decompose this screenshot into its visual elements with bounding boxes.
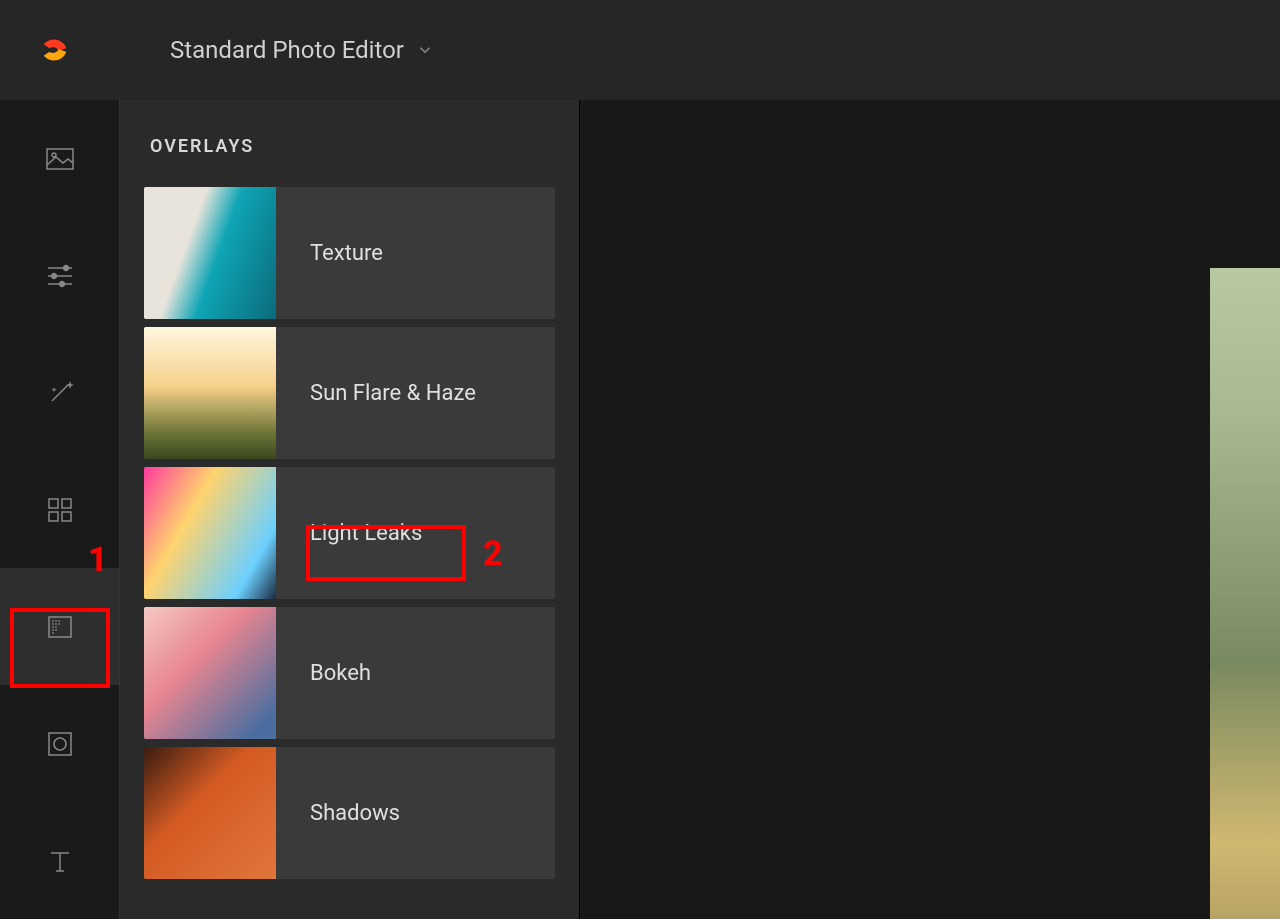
rail-text-tool[interactable] [0, 802, 119, 919]
grid-icon [44, 494, 76, 526]
overlay-item-label: Sun Flare & Haze [276, 381, 476, 406]
annotation-number-1: 1 [88, 540, 108, 580]
editor-mode-dropdown[interactable]: Standard Photo Editor [170, 36, 434, 64]
overlay-item-label: Shadows [276, 801, 400, 826]
panel-title: OVERLAYS [120, 100, 579, 187]
overlay-item-label: Texture [276, 241, 383, 266]
overlay-thumb-icon [144, 607, 276, 739]
overlay-thumb-icon [144, 187, 276, 319]
tool-rail [0, 100, 120, 919]
app-body: OVERLAYS Texture Sun Flare & Haze Light … [0, 100, 1280, 919]
overlay-item-label: Bokeh [276, 661, 371, 686]
canvas-image [1210, 268, 1280, 919]
overlay-item-texture[interactable]: Texture [144, 187, 555, 319]
editor-canvas[interactable] [580, 100, 1280, 919]
overlay-item-shadows[interactable]: Shadows [144, 747, 555, 879]
chevron-down-icon [416, 41, 434, 59]
overlays-icon [44, 611, 76, 643]
rail-overlays-tool[interactable] [0, 568, 119, 685]
rail-frames-tool[interactable] [0, 685, 119, 802]
overlay-item-bokeh[interactable]: Bokeh [144, 607, 555, 739]
text-icon [44, 845, 76, 877]
overlay-thumb-icon [144, 747, 276, 879]
rail-effects-tool[interactable] [0, 334, 119, 451]
magic-wand-icon [44, 377, 76, 409]
app-logo-icon [40, 35, 70, 65]
overlay-thumb-icon [144, 327, 276, 459]
overlay-item-sunflare[interactable]: Sun Flare & Haze [144, 327, 555, 459]
rail-adjust-tool[interactable] [0, 217, 119, 334]
app-header: Standard Photo Editor [0, 0, 1280, 100]
image-icon [44, 143, 76, 175]
rail-image-tool[interactable] [0, 100, 119, 217]
overlays-list: Texture Sun Flare & Haze Light Leaks Bok… [120, 187, 579, 879]
overlays-panel: OVERLAYS Texture Sun Flare & Haze Light … [120, 100, 580, 919]
overlay-item-lightleaks[interactable]: Light Leaks [144, 467, 555, 599]
annotation-number-2: 2 [483, 534, 503, 574]
frame-icon [44, 728, 76, 760]
sliders-icon [44, 260, 76, 292]
overlay-thumb-icon [144, 467, 276, 599]
editor-mode-title: Standard Photo Editor [170, 36, 404, 64]
overlay-item-label: Light Leaks [276, 521, 422, 546]
